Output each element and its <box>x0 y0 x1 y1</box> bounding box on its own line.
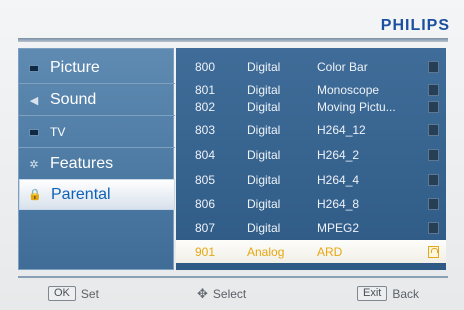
footer-hints: OK Set ✥ Select Exit Back <box>0 282 464 304</box>
channel-name: Moving Pictu... <box>317 99 396 114</box>
channel-row[interactable]: 804 Digital H264_2 <box>176 143 446 166</box>
brand-logo: PHILIPS <box>380 17 450 34</box>
menu-item-parental[interactable]: 🔒 Parental <box>19 179 175 210</box>
channel-type: Digital <box>247 220 281 235</box>
gear-icon: ✲ <box>29 158 39 171</box>
channel-name: H264_12 <box>317 122 366 137</box>
select-hint: ✥ Select <box>197 286 246 302</box>
channel-number: 804 <box>195 147 216 162</box>
menu-item-picture[interactable]: Picture <box>19 53 175 84</box>
lock-checkbox[interactable] <box>428 100 439 113</box>
exit-hint: Exit Back <box>357 286 419 301</box>
bottom-divider <box>18 276 448 278</box>
channel-name: H264_2 <box>317 147 360 162</box>
channel-name: MPEG2 <box>317 220 360 235</box>
picture-icon <box>27 61 41 75</box>
channel-name: H264_4 <box>317 172 360 187</box>
speaker-icon: ◀ <box>29 94 39 107</box>
channel-row[interactable]: 805 Digital H264_4 <box>176 168 446 191</box>
ok-hint: OK Set <box>48 286 99 301</box>
lock-checkbox[interactable] <box>428 148 439 161</box>
lock-icon[interactable] <box>428 245 439 258</box>
lock-icon: 🔒 <box>28 189 42 201</box>
channel-number: 803 <box>195 122 216 137</box>
channel-type: Digital <box>247 172 281 187</box>
exit-key-icon: Exit <box>357 286 388 301</box>
menu-item-label: Picture <box>50 59 100 76</box>
channel-number: 807 <box>195 220 216 235</box>
top-divider <box>18 38 448 42</box>
channel-name: ARD <box>317 244 343 259</box>
channel-row[interactable]: 802 Digital Moving Pictu... <box>176 95 446 118</box>
menu-item-sound[interactable]: ◀ Sound <box>19 85 175 116</box>
channel-type: Digital <box>247 59 281 74</box>
menu-item-label: TV <box>50 125 66 139</box>
tv-osd-screen: PHILIPS Picture ◀ Sound TV ✲ Features 🔒 … <box>0 0 464 310</box>
channel-type: Digital <box>247 99 281 114</box>
dpad-icon: ✥ <box>197 286 208 301</box>
channel-number: 805 <box>195 172 216 187</box>
lock-checkbox[interactable] <box>428 173 439 186</box>
channel-row-selected[interactable]: 901 Analog ARD <box>176 240 446 263</box>
channel-type: Digital <box>247 196 281 211</box>
channel-number: 901 <box>195 244 216 259</box>
channel-type: Digital <box>247 147 281 162</box>
channel-row[interactable]: 803 Digital H264_12 <box>176 118 446 141</box>
channel-number: 806 <box>195 196 216 211</box>
tv-icon <box>27 125 41 139</box>
channel-row[interactable]: 807 Digital MPEG2 <box>176 216 446 239</box>
channel-type: Digital <box>247 122 281 137</box>
channel-number: 800 <box>195 59 216 74</box>
ok-key-icon: OK <box>48 286 76 301</box>
lock-checkbox[interactable] <box>428 60 439 73</box>
lock-checkbox[interactable] <box>428 123 439 136</box>
exit-hint-label: Back <box>392 286 420 301</box>
menu-item-label: Sound <box>50 91 97 108</box>
lock-checkbox[interactable] <box>428 197 439 210</box>
menu-item-label: Features <box>50 155 114 172</box>
select-hint-label: Select <box>212 287 247 301</box>
channel-row[interactable]: 800 Digital Color Bar <box>176 55 446 78</box>
lock-checkbox[interactable] <box>428 83 439 96</box>
ok-hint-label: Set <box>80 286 99 301</box>
channel-name: H264_8 <box>317 196 360 211</box>
channel-name: Color Bar <box>317 59 368 74</box>
channel-type: Analog <box>247 244 285 259</box>
menu-item-features[interactable]: ✲ Features <box>19 149 175 180</box>
channel-list: 800 Digital Color Bar 801 Digital Monosc… <box>176 48 446 270</box>
menu-item-label: Parental <box>51 185 111 203</box>
lock-checkbox[interactable] <box>428 221 439 234</box>
settings-menu: Picture ◀ Sound TV ✲ Features 🔒 Parental <box>18 48 175 270</box>
channel-row[interactable]: 806 Digital H264_8 <box>176 192 446 215</box>
menu-item-tv[interactable]: TV <box>19 117 175 148</box>
channel-number: 802 <box>195 99 216 114</box>
